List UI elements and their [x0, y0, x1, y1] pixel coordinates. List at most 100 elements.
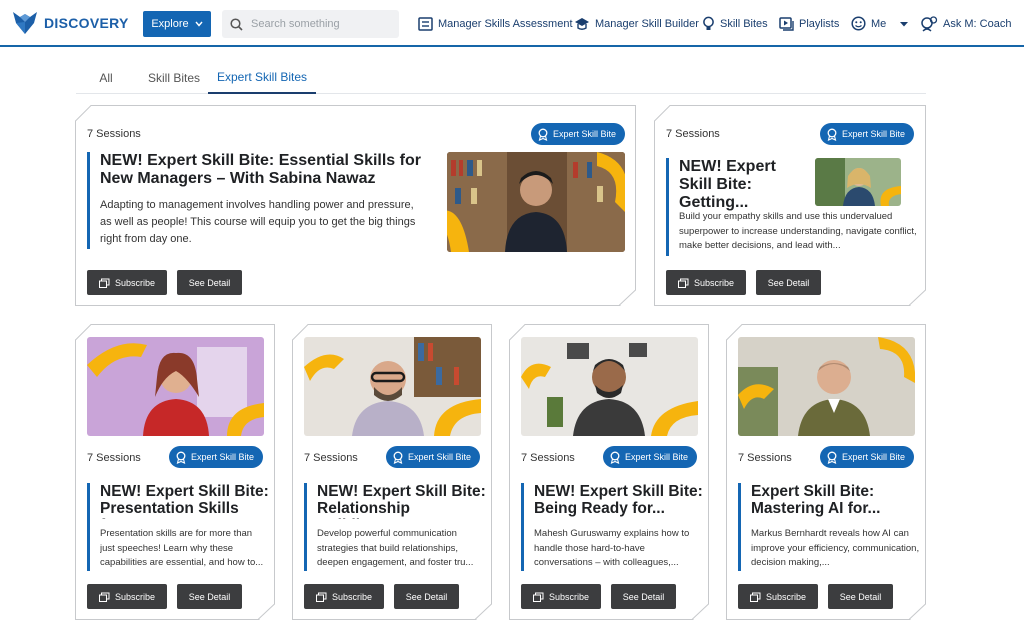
course-title: NEW! Expert Skill Bite: Relationship Bui… [317, 483, 486, 517]
see-detail-button[interactable]: See Detail [828, 584, 893, 609]
subscribe-button[interactable]: Subscribe [87, 270, 167, 295]
nav-manager-skill-builder[interactable]: Manager Skill Builder [574, 0, 699, 47]
course-title: NEW! Expert Skill Bite: Being Ready for.… [534, 483, 703, 517]
course-card[interactable]: 7 Sessions Expert Skill Bite NEW! Expert… [654, 105, 926, 306]
subscribe-icon [750, 592, 761, 602]
course-card[interactable]: 7 Sessions Expert Skill Bite NEW! Expert… [292, 324, 492, 620]
nav-label: Manager Skill Builder [595, 17, 699, 30]
award-icon [175, 451, 187, 464]
subscribe-icon [99, 592, 110, 602]
title-block: NEW! Expert Skill Bite: Relationship Bui… [304, 483, 486, 571]
subscribe-button[interactable]: Subscribe [738, 584, 818, 609]
nav-label: Me [871, 17, 887, 30]
course-card[interactable]: 7 Sessions Expert Skill Bite Expert Skil… [726, 324, 926, 620]
tab-bar: All Skill Bites Expert Skill Bites [76, 62, 926, 94]
graduation-cap-icon [575, 17, 589, 30]
badge-label: Expert Skill Bite [408, 452, 472, 462]
subscribe-label: Subscribe [114, 591, 156, 602]
session-count: 7 Sessions [87, 128, 141, 140]
subscribe-button[interactable]: Subscribe [521, 584, 601, 609]
course-description: Build your empathy skills and use this u… [679, 211, 917, 251]
session-count: 7 Sessions [304, 452, 358, 464]
search-icon [230, 17, 243, 31]
course-description: Presentation skills are for more than ju… [100, 528, 264, 568]
subscribe-icon [316, 592, 327, 602]
nav-label: Manager Skills Assessment [438, 17, 573, 30]
search-box [222, 10, 399, 38]
title-block: NEW! Expert Skill Bite: Being Ready for.… [521, 483, 703, 571]
session-count: 7 Sessions [521, 452, 575, 464]
see-detail-button[interactable]: See Detail [177, 270, 242, 295]
instructor-photo [447, 152, 625, 252]
title-block: NEW! Expert Skill Bite: Essential Skills… [87, 152, 422, 249]
course-description: Develop powerful communication strategie… [317, 528, 474, 568]
expert-skill-bite-badge: Expert Skill Bite [386, 446, 480, 468]
nav-skill-bites[interactable]: Skill Bites [702, 0, 768, 47]
course-title: NEW! Expert Skill Bite: Getting... [679, 158, 776, 211]
explore-button[interactable]: Explore [143, 11, 211, 37]
course-thumbnail [447, 152, 625, 252]
nav-ask-m-coach[interactable]: Ask M: Coach [921, 0, 1011, 47]
badge-label: Expert Skill Bite [553, 129, 617, 139]
see-detail-button[interactable]: See Detail [177, 584, 242, 609]
instructor-photo [815, 158, 901, 206]
subscribe-button[interactable]: Subscribe [304, 584, 384, 609]
accent-bar [666, 202, 669, 256]
tab-expert-skill-bites[interactable]: Expert Skill Bites [208, 62, 316, 94]
badge-label: Expert Skill Bite [625, 452, 689, 462]
instructor-photo [738, 337, 915, 436]
course-thumbnail [521, 337, 698, 436]
award-icon [609, 451, 621, 464]
award-icon [392, 451, 404, 464]
course-title: Expert Skill Bite: Mastering AI for... [751, 483, 881, 517]
expert-skill-bite-badge: Expert Skill Bite [820, 123, 914, 145]
see-detail-button[interactable]: See Detail [394, 584, 459, 609]
course-thumbnail [304, 337, 481, 436]
award-icon [826, 451, 838, 464]
course-description: Mahesh Guruswamy explains how to handle … [534, 528, 690, 568]
subscribe-label: Subscribe [331, 591, 373, 602]
badge-label: Expert Skill Bite [191, 452, 255, 462]
tab-all[interactable]: All [89, 62, 123, 93]
course-card[interactable]: 7 Sessions Expert Skill Bite NEW! Expert… [75, 105, 636, 306]
instructor-photo [304, 337, 481, 436]
subscribe-icon [533, 592, 544, 602]
tab-skill-bites[interactable]: Skill Bites [142, 62, 206, 93]
fox-logo-icon [13, 12, 37, 34]
course-thumbnail [87, 337, 264, 436]
title-block: NEW! Expert Skill Bite: Getting... [666, 158, 806, 202]
discovery-logo[interactable]: DISCOVERY [12, 11, 129, 35]
session-count: 7 Sessions [87, 452, 141, 464]
expert-skill-bite-badge: Expert Skill Bite [603, 446, 697, 468]
subscribe-icon [99, 278, 110, 288]
course-card[interactable]: 7 Sessions Expert Skill Bite NEW! Expert… [75, 324, 275, 620]
subscribe-label: Subscribe [114, 277, 156, 288]
see-detail-button[interactable]: See Detail [756, 270, 821, 295]
see-detail-button[interactable]: See Detail [611, 584, 676, 609]
caret-down-icon [900, 21, 909, 26]
session-count: 7 Sessions [666, 128, 720, 140]
subscribe-icon [678, 278, 689, 288]
expert-skill-bite-badge: Expert Skill Bite [820, 446, 914, 468]
nav-manager-skills-assessment[interactable]: Manager Skills Assessment [418, 0, 573, 47]
search-input[interactable] [251, 18, 391, 30]
instructor-photo [521, 337, 698, 436]
course-description: Adapting to management involves handling… [100, 199, 416, 245]
badge-label: Expert Skill Bite [842, 452, 906, 462]
course-title: NEW! Expert Skill Bite: Essential Skills… [100, 152, 421, 187]
course-card[interactable]: 7 Sessions Expert Skill Bite NEW! Expert… [509, 324, 709, 620]
badge-label: Expert Skill Bite [842, 129, 906, 139]
subscribe-button[interactable]: Subscribe [87, 584, 167, 609]
chevron-down-icon [195, 21, 203, 27]
explore-label: Explore [151, 18, 189, 30]
nav-me-menu[interactable]: Me [851, 0, 909, 47]
nav-label: Skill Bites [720, 17, 768, 30]
course-title: NEW! Expert Skill Bite: Presentation Ski… [100, 483, 269, 517]
subscribe-label: Subscribe [693, 277, 735, 288]
subscribe-button[interactable]: Subscribe [666, 270, 746, 295]
lightbulb-icon [703, 16, 714, 30]
expert-skill-bite-badge: Expert Skill Bite [531, 123, 625, 145]
instructor-photo [87, 337, 264, 436]
nav-playlists[interactable]: Playlists [779, 0, 839, 47]
top-navigation-bar: DISCOVERY Explore Manager Skills Assessm… [0, 0, 1024, 47]
